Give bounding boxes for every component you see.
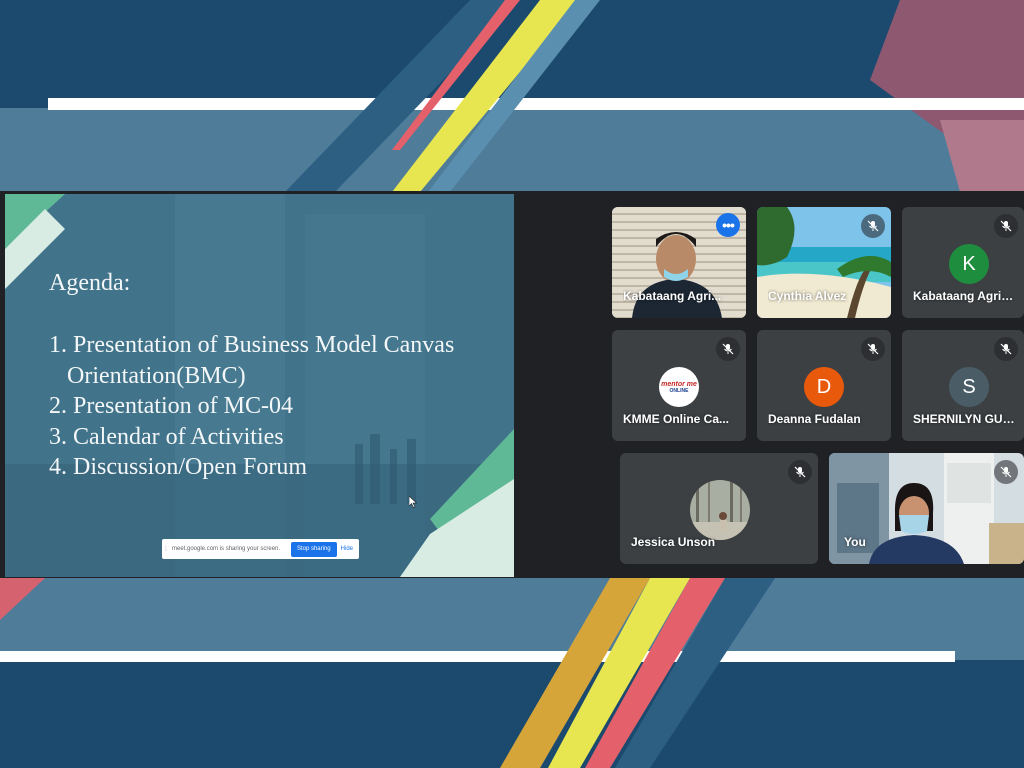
- participant-avatar: K: [949, 244, 989, 284]
- meet-call-area: Agenda: 1. Presentation of Business Mode…: [0, 191, 1024, 578]
- mouse-cursor-icon: [409, 496, 417, 508]
- participant-name: Kabataang Agribi...: [913, 289, 1016, 303]
- hide-button[interactable]: Hide: [341, 546, 359, 552]
- agenda-item: 2. Presentation of MC-04: [49, 391, 509, 422]
- participant-name: Jessica Unson: [631, 535, 716, 549]
- more-options-icon[interactable]: •••: [716, 213, 740, 237]
- participant-tile[interactable]: mentor me ONLINE KMME Online Ca...: [612, 330, 746, 441]
- agenda-item-number: 3.: [49, 423, 67, 450]
- agenda-list: 1. Presentation of Business Model Canvas…: [49, 330, 509, 483]
- mic-off-icon: [994, 460, 1018, 484]
- participant-tile[interactable]: Jessica Unson: [620, 453, 818, 564]
- participant-tile[interactable]: D Deanna Fudalan: [757, 330, 891, 441]
- mic-off-icon: [861, 214, 885, 238]
- participant-tile[interactable]: K Kabataang Agribi...: [902, 207, 1024, 318]
- agenda-item: 3. Calendar of Activities: [49, 422, 509, 453]
- participant-name: Kabataang Agri...: [623, 289, 722, 303]
- agenda-item: 4. Discussion/Open Forum: [49, 452, 509, 483]
- agenda-item-text: Discussion/Open Forum: [73, 454, 307, 480]
- mic-off-icon: [716, 337, 740, 361]
- share-message: meet.google.com is sharing your screen.: [172, 546, 281, 552]
- slide-title: Agenda:: [49, 270, 131, 296]
- participant-logo: mentor me ONLINE: [659, 367, 699, 407]
- agenda-item-line: Orientation(BMC): [67, 362, 246, 389]
- participant-tile[interactable]: ••• Kabataang Agri...: [612, 207, 746, 318]
- participant-avatar: D: [804, 367, 844, 407]
- agenda-item: 1. Presentation of Business Model Canvas…: [49, 330, 509, 391]
- logo-text: mentor me: [661, 380, 697, 388]
- participant-photo: [690, 480, 750, 540]
- drag-handle-icon[interactable]: ⁞: [162, 546, 170, 553]
- mic-off-icon: [788, 460, 812, 484]
- presentation-screen: Agenda: 1. Presentation of Business Mode…: [5, 194, 514, 577]
- stop-sharing-button[interactable]: Stop sharing: [290, 541, 337, 557]
- agenda-item-number: 4.: [49, 454, 67, 480]
- participant-name: Cynthia Alvez: [768, 289, 847, 303]
- logo-subtext: ONLINE: [669, 387, 689, 394]
- participant-name: Deanna Fudalan: [768, 412, 861, 426]
- participant-name: You: [844, 535, 866, 549]
- agenda-item-text: Calendar of Activities: [73, 423, 284, 450]
- participant-name: SHERNILYN GUZ...: [913, 412, 1016, 426]
- agenda-item-text: Presentation of MC-04: [73, 393, 293, 419]
- mic-off-icon: [994, 337, 1018, 361]
- agenda-item-text: Presentation of Business Model Canvas Or…: [67, 330, 509, 391]
- participant-tile[interactable]: You: [829, 453, 1024, 564]
- participant-tile[interactable]: S SHERNILYN GUZ...: [902, 330, 1024, 441]
- agenda-item-line: Presentation of Business Model Canvas: [73, 332, 455, 358]
- screen-share-bar: ⁞ meet.google.com is sharing your screen…: [162, 539, 359, 559]
- participant-tile[interactable]: Cynthia Alvez: [757, 207, 891, 318]
- mic-off-icon: [861, 337, 885, 361]
- participant-name: KMME Online Ca...: [623, 412, 730, 426]
- participant-avatar: S: [949, 367, 989, 407]
- mic-off-icon: [994, 214, 1018, 238]
- agenda-item-number: 2.: [49, 393, 67, 419]
